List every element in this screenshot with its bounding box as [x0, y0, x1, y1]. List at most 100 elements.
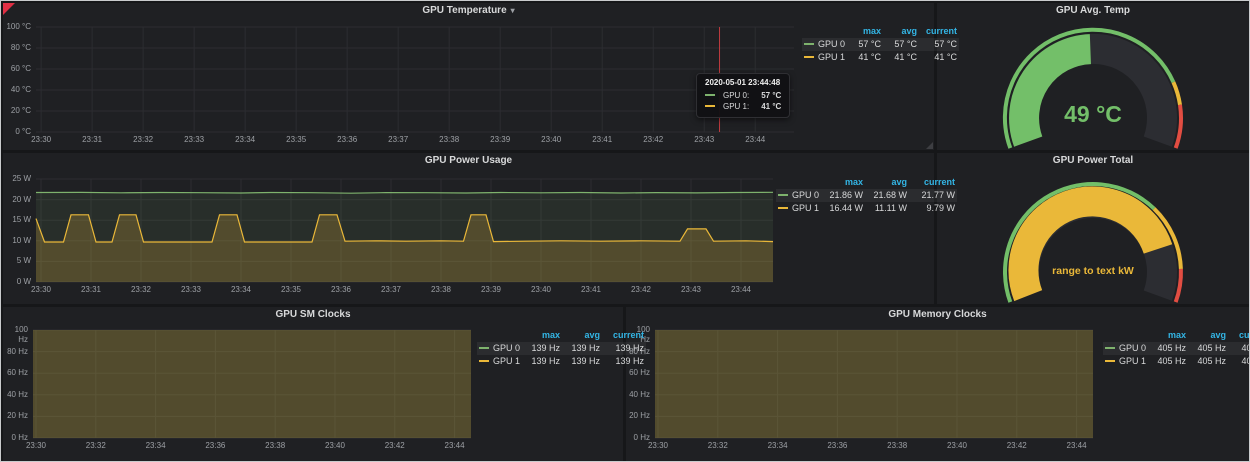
- legend-series-name[interactable]: GPU 1: [477, 355, 522, 368]
- plot-area[interactable]: [36, 179, 773, 282]
- y-axis-tick-label: 40 Hz: [626, 390, 650, 400]
- series-color-dash: [705, 105, 715, 107]
- y-axis-tick-label: 20 °C: [3, 106, 31, 116]
- series-color-dash: [778, 207, 788, 209]
- gpu-sm-clocks-chart[interactable]: maxavgcurrentGPU 0139 Hz139 Hz139 HzGPU …: [3, 323, 623, 461]
- legend-value: 41 °C: [883, 51, 919, 64]
- legend-header-max[interactable]: max: [847, 25, 883, 38]
- x-axis-tick-label: 23:31: [71, 285, 111, 295]
- legend-header-current[interactable]: current: [909, 176, 957, 189]
- legend-header-avg[interactable]: avg: [865, 176, 909, 189]
- legend-series-name[interactable]: GPU 1: [1103, 355, 1148, 368]
- x-axis-tick-label: 23:39: [471, 285, 511, 295]
- legend-series-name[interactable]: GPU 1: [776, 202, 821, 215]
- legend-header-current[interactable]: current: [919, 25, 959, 38]
- series-color-dash: [778, 194, 788, 196]
- x-axis-tick-label: 23:38: [877, 441, 917, 451]
- legend-table: maxavgcurrentGPU 057 °C57 °C57 °CGPU 141…: [802, 25, 932, 64]
- x-axis-tick-label: 23:41: [582, 135, 622, 145]
- panel-title-gpu-power-usage[interactable]: GPU Power Usage: [3, 153, 934, 169]
- panel-error-corner-icon[interactable]: [3, 3, 15, 15]
- plot-area[interactable]: [33, 330, 471, 438]
- tooltip-row: GPU 1: 41 °C: [705, 101, 781, 112]
- legend-header-avg[interactable]: avg: [562, 329, 602, 342]
- x-axis-tick-label: 23:32: [123, 135, 163, 145]
- legend-header-max[interactable]: max: [821, 176, 865, 189]
- legend-header-current[interactable]: current: [1228, 329, 1250, 342]
- legend-value: 21.86 W: [821, 189, 865, 202]
- panel-gpu-avg-temp: GPU Avg. Temp 49 °C: [937, 3, 1249, 150]
- chevron-down-icon[interactable]: ▾: [511, 6, 515, 15]
- legend-value: 405 Hz: [1188, 342, 1228, 355]
- legend-header-avg[interactable]: avg: [883, 25, 919, 38]
- x-axis-tick-label: 23:44: [435, 441, 475, 451]
- legend-header-spacer: [776, 176, 821, 189]
- panel-title-gpu-sm-clocks[interactable]: GPU SM Clocks: [3, 307, 623, 323]
- panel-title-gpu-power-total[interactable]: GPU Power Total: [937, 153, 1249, 169]
- y-axis-tick-label: 60 °C: [3, 64, 31, 74]
- legend-header-max[interactable]: max: [1148, 329, 1188, 342]
- legend-value: 139 Hz: [522, 342, 562, 355]
- legend-header-spacer: [802, 25, 847, 38]
- x-axis-tick-label: 23:42: [633, 135, 673, 145]
- legend-value: 405 Hz: [1148, 342, 1188, 355]
- legend-header-avg[interactable]: avg: [1188, 329, 1228, 342]
- gpu-memory-clocks-chart[interactable]: maxavgcurrentGPU 0405 Hz405 Hz405 HzGPU …: [626, 323, 1249, 461]
- legend-series-name[interactable]: GPU 0: [477, 342, 522, 355]
- legend-series-name[interactable]: GPU 0: [1103, 342, 1148, 355]
- tooltip-series-name: GPU 0:: [723, 90, 749, 101]
- legend-value: 405 Hz: [1228, 355, 1250, 368]
- gpu-power-usage-chart[interactable]: maxavgcurrentGPU 021.86 W21.68 W21.77 WG…: [3, 169, 934, 304]
- gpu-avg-temp-gauge: 49 °C: [937, 19, 1249, 150]
- panel-title-gpu-memory-clocks[interactable]: GPU Memory Clocks: [626, 307, 1249, 323]
- gauge: [937, 169, 1249, 304]
- legend-series-name[interactable]: GPU 0: [802, 38, 847, 51]
- legend-series-name[interactable]: GPU 0: [776, 189, 821, 202]
- y-axis-tick-label: 40 Hz: [3, 390, 28, 400]
- x-axis-tick-label: 23:41: [571, 285, 611, 295]
- gpu-temperature-chart[interactable]: maxavgcurrentGPU 057 °C57 °C57 °CGPU 141…: [3, 19, 934, 150]
- x-axis-tick-label: 23:37: [371, 285, 411, 295]
- x-axis-tick-label: 23:38: [421, 285, 461, 295]
- x-axis-tick-label: 23:42: [997, 441, 1037, 451]
- x-axis-tick-label: 23:32: [698, 441, 738, 451]
- x-axis-tick-label: 23:38: [429, 135, 469, 145]
- x-axis-tick-label: 23:36: [327, 135, 367, 145]
- panel-resize-handle[interactable]: [926, 142, 933, 149]
- y-axis-tick-label: 60 Hz: [626, 368, 650, 378]
- legend-value: 405 Hz: [1188, 355, 1228, 368]
- plot-area[interactable]: [655, 330, 1093, 438]
- panel-title-gpu-temperature[interactable]: GPU Temperature ▾: [3, 3, 934, 19]
- x-axis-tick-label: 23:34: [758, 441, 798, 451]
- x-axis-tick-label: 23:40: [521, 285, 561, 295]
- series-color-dash: [804, 43, 814, 45]
- y-axis-tick-label: 5 W: [3, 256, 31, 266]
- plot-area[interactable]: [36, 27, 794, 132]
- legend-table: maxavgcurrentGPU 0139 Hz139 Hz139 HzGPU …: [477, 329, 619, 368]
- x-axis-tick-label: 23:34: [221, 285, 261, 295]
- legend-header-max[interactable]: max: [522, 329, 562, 342]
- legend-value: 21.68 W: [865, 189, 909, 202]
- y-axis-tick-label: 100 °C: [3, 22, 31, 32]
- dashboard: GPU Temperature ▾ maxavgcurrentGPU 057 °C…: [0, 0, 1250, 462]
- panel-gpu-memory-clocks: GPU Memory Clocks maxavgcurrentGPU 0405 …: [626, 307, 1249, 461]
- x-axis-tick-label: 23:34: [225, 135, 265, 145]
- y-axis-tick-label: 20 Hz: [626, 411, 650, 421]
- legend-header-current[interactable]: current: [602, 329, 646, 342]
- y-axis-tick-label: 10 W: [3, 236, 31, 246]
- legend-value: 139 Hz: [562, 355, 602, 368]
- tooltip-series-value: 41 °C: [761, 101, 781, 112]
- x-axis-tick-label: 23:30: [21, 285, 61, 295]
- x-axis-tick-label: 23:30: [638, 441, 678, 451]
- y-axis-tick-label: 100 Hz: [3, 325, 28, 345]
- panel-title-text: GPU Temperature: [422, 5, 506, 16]
- x-axis-tick-label: 23:38: [255, 441, 295, 451]
- x-axis-tick-label: 23:31: [72, 135, 112, 145]
- y-axis-tick-label: 60 Hz: [3, 368, 28, 378]
- legend-value: 21.77 W: [909, 189, 957, 202]
- panel-title-gpu-avg-temp[interactable]: GPU Avg. Temp: [937, 3, 1249, 19]
- legend-series-name[interactable]: GPU 1: [802, 51, 847, 64]
- x-axis-tick-label: 23:36: [195, 441, 235, 451]
- x-axis-tick-label: 23:30: [16, 441, 56, 451]
- y-axis-tick-label: 80 Hz: [3, 347, 28, 357]
